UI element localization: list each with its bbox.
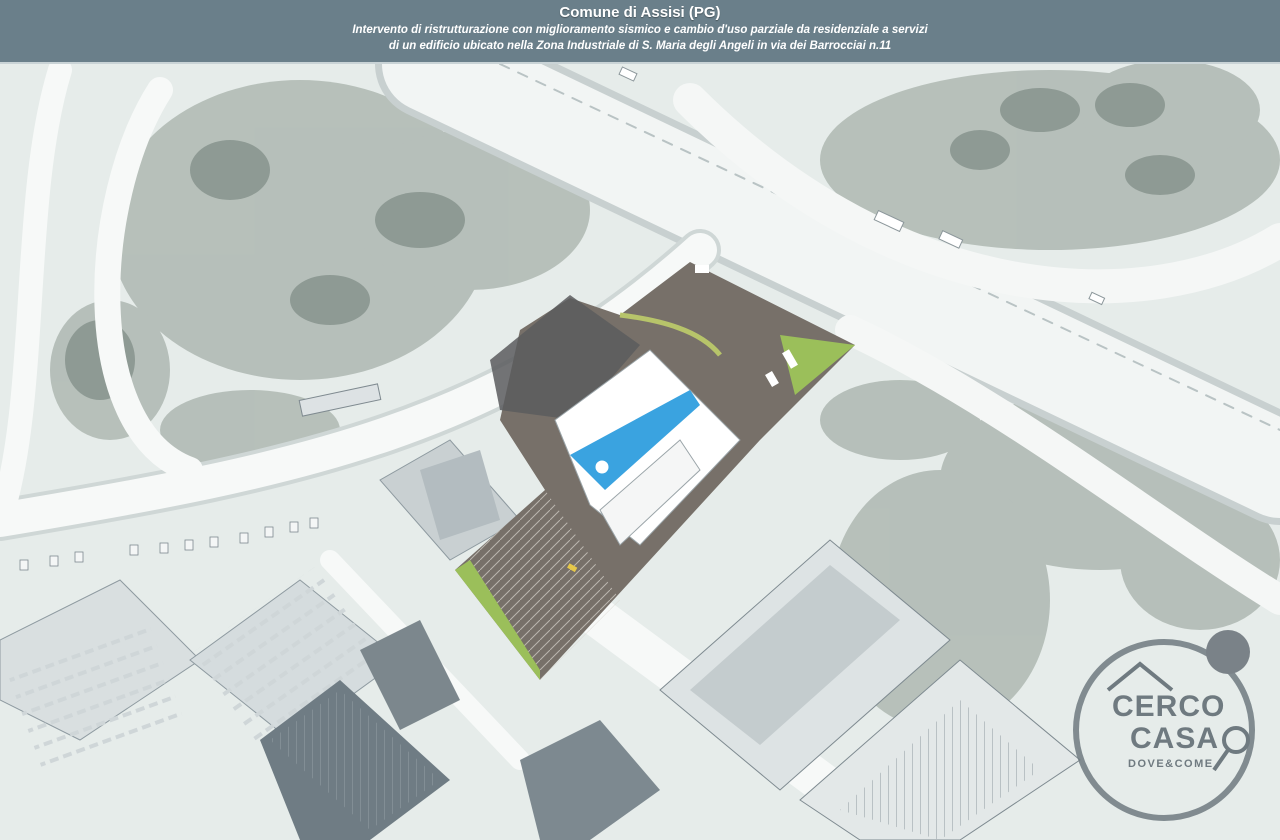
logo-tagline: DOVE&COME	[1128, 758, 1214, 770]
map-title: Comune di Assisi (PG)	[559, 4, 721, 21]
logo-brand-line-2: CASA	[1130, 722, 1220, 755]
parked-vehicle	[695, 265, 709, 273]
page: Comune di Assisi (PG) Intervento di rist…	[0, 0, 1280, 840]
cercocasa-logo: CERCO CASA DOVE&COME	[1068, 620, 1268, 830]
map-subtitle-line-2: di un edificio ubicato nella Zona Indust…	[388, 40, 892, 52]
logo-brand-line-1: CERCO	[1112, 690, 1226, 723]
map-header: Comune di Assisi (PG) Intervento di rist…	[0, 0, 1280, 64]
map-subtitle-line-1: Intervento di ristrutturazione con migli…	[352, 24, 928, 36]
roof-skylight	[594, 459, 610, 475]
